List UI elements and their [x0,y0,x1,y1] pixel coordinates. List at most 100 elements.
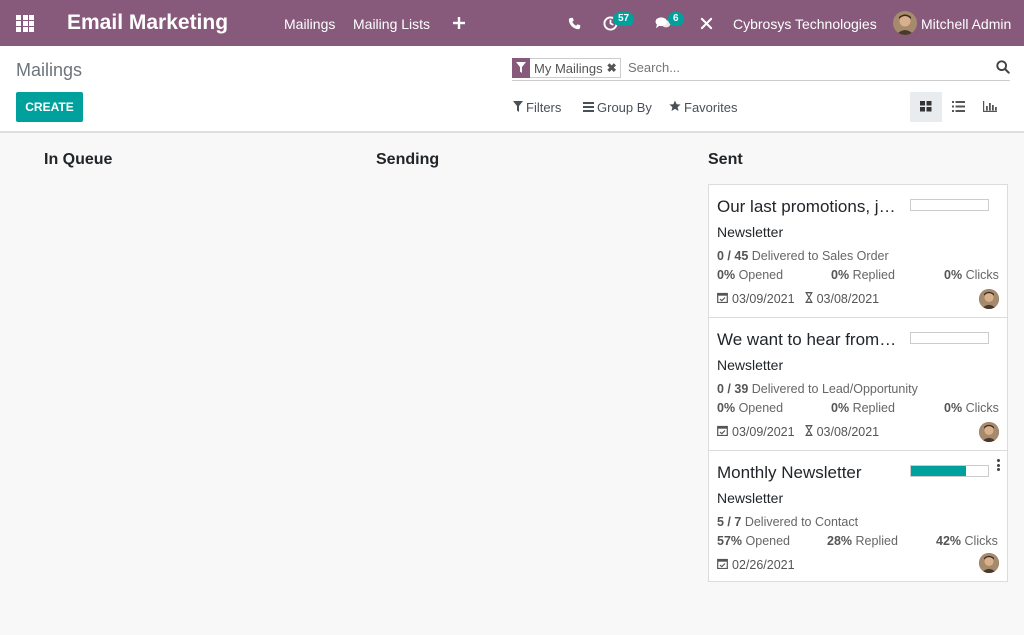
filters-label: Filters [526,100,562,115]
facet-label: My Mailings [534,60,603,76]
kanban-board: In Queue Sending Sent Our last promotion… [0,132,1024,635]
opened-stat: 57% Opened [717,533,790,549]
card-subtitle: Newsletter [717,357,784,373]
replied-value: 28% [827,534,853,548]
opened-stat: 0% Opened [717,267,783,283]
hourglass-icon [804,424,813,440]
filter-icon [513,100,523,115]
card-title: Monthly Newsletter [717,463,862,482]
progress-bar [910,199,989,211]
card-dropdown-toggle[interactable] [997,459,1000,473]
card-title: Our last promotions, just for you! [717,197,897,216]
replied-label: Replied [855,534,898,548]
calendar-check-icon [717,424,728,440]
sent-date: 03/09/2021 [732,292,795,306]
schedule-date: 03/08/2021 [816,292,880,306]
clicks-label: Clicks [965,268,999,282]
progress-bar [910,332,989,344]
remove-facet-icon[interactable]: ✖ [607,61,620,75]
app-menu-icon[interactable] [16,15,34,32]
menu-mailing-lists[interactable]: Mailing Lists [353,15,430,33]
clicks-value: 0% [944,401,963,415]
search-input[interactable] [628,60,968,75]
company-switcher[interactable]: Cybrosys Technologies [733,15,877,33]
favorites-button[interactable]: Favorites [669,100,737,115]
card-subtitle: Newsletter [717,224,784,240]
group-by-label: Group By [597,100,652,115]
debug-tools-icon[interactable] [699,16,713,30]
replied-value: 0% [831,401,850,415]
hourglass-icon [804,291,813,307]
sent-date: 02/26/2021 [732,558,795,572]
app-title[interactable]: Email Marketing [67,10,228,36]
clicks-stat: 42% Clicks [936,533,998,549]
opened-value: 0% [717,268,736,282]
opened-value: 0% [717,401,736,415]
bars-icon [583,100,594,115]
delivered-count: 0 / 39 [717,382,749,396]
list-icon [951,100,965,115]
column-sending-header: Sending [376,151,440,168]
responsible-avatar [979,422,999,442]
card-dates: 02/26/2021 [717,557,795,573]
replied-stat: 0% Replied [831,400,895,416]
opened-label: Opened [745,534,790,548]
opened-label: Opened [738,401,784,415]
replied-stat: 0% Replied [831,267,895,283]
star-icon [669,100,681,115]
card-title: We want to hear from you! [717,330,897,349]
clicks-stat: 0% Clicks [944,400,999,416]
progress-bar [910,465,989,477]
activity-count-badge: 57 [613,12,635,26]
top-navbar: Email Marketing Mailings Mailing Lists 5… [0,0,1024,46]
card-dates: 03/09/2021 03/08/2021 [717,424,879,440]
kanban-icon [920,100,932,115]
responsible-avatar [979,553,999,573]
clicks-stat: 0% Clicks [944,267,999,283]
clicks-value: 0% [944,268,963,282]
replied-label: Replied [852,268,895,282]
delivered-stat: 5 / 7 Delivered to Contact [717,514,858,530]
calendar-check-icon [717,291,728,307]
user-menu[interactable]: Mitchell Admin [921,15,1011,33]
group-by-button[interactable]: Group By [583,100,652,115]
filter-icon [512,57,530,78]
filters-button[interactable]: Filters [513,100,561,115]
control-panel: Mailings CREATE My Mailings ✖ Filters Gr… [0,46,1024,132]
phone-icon[interactable] [567,16,581,30]
search-icon[interactable] [996,60,1010,77]
mailing-card[interactable]: Monthly Newsletter Newsletter 5 / 7 Deli… [708,450,1008,582]
delivered-label: Delivered to Lead/Opportunity [751,382,918,396]
bar-chart-icon [983,100,997,115]
graph-view-button[interactable] [974,92,1006,122]
user-avatar[interactable] [893,11,917,35]
column-in-queue-header: In Queue [44,151,113,168]
opened-value: 57% [717,534,743,548]
column-sent-header: Sent [708,151,743,168]
calendar-check-icon [717,557,728,573]
card-subtitle: Newsletter [717,490,784,506]
plus-icon[interactable] [452,16,466,30]
create-button[interactable]: CREATE [16,92,83,122]
progress-fill [911,466,966,476]
mailing-card[interactable]: Our last promotions, just for you! Newsl… [708,184,1008,318]
mailing-card[interactable]: We want to hear from you! Newsletter 0 /… [708,317,1008,451]
replied-label: Replied [852,401,895,415]
opened-stat: 0% Opened [717,400,783,416]
card-dates: 03/09/2021 03/08/2021 [717,291,879,307]
sent-date: 03/09/2021 [732,425,795,439]
replied-stat: 28% Replied [827,533,898,549]
delivered-label: Delivered to Sales Order [751,249,889,263]
kanban-view-button[interactable] [910,92,942,122]
menu-mailings[interactable]: Mailings [284,15,335,33]
message-count-badge: 6 [668,12,684,26]
clicks-value: 42% [936,534,962,548]
delivered-count: 5 / 7 [717,515,742,529]
search-facet[interactable]: My Mailings ✖ [512,57,621,78]
delivered-stat: 0 / 45 Delivered to Sales Order [717,248,889,264]
clicks-label: Clicks [964,534,998,548]
delivered-label: Delivered to Contact [744,515,859,529]
favorites-label: Favorites [684,100,738,115]
delivered-count: 0 / 45 [717,249,749,263]
list-view-button[interactable] [942,92,974,122]
